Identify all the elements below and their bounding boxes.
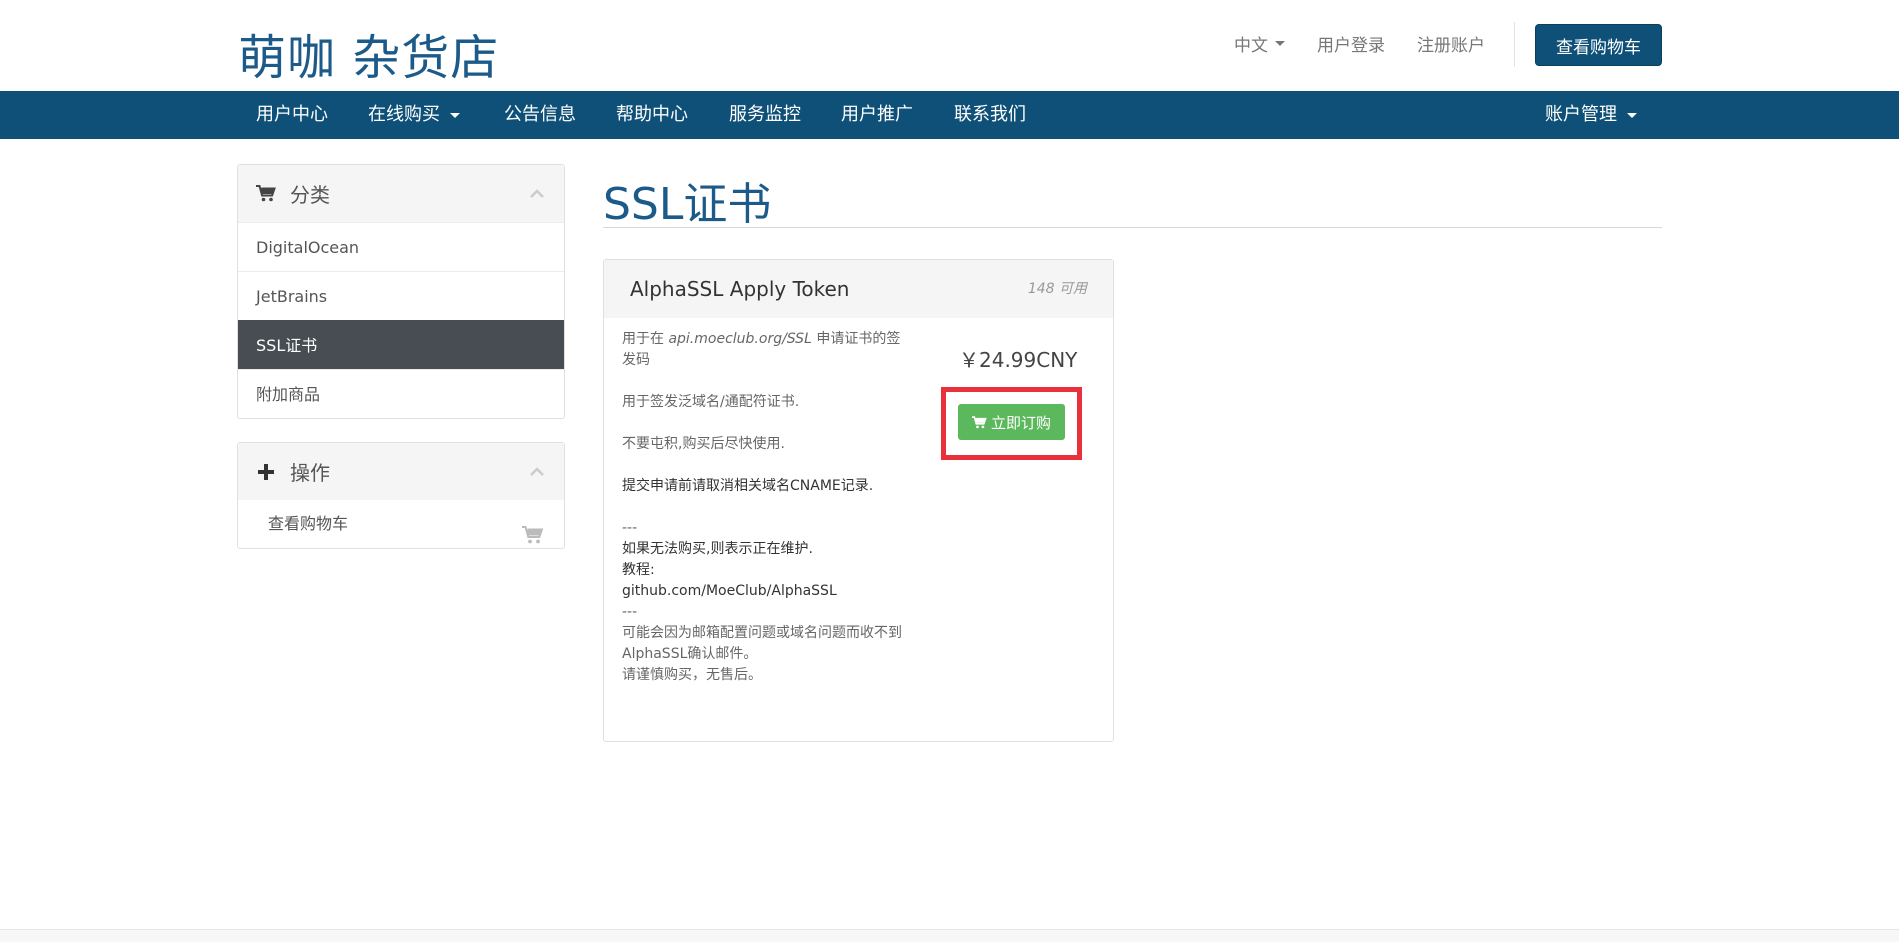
desc-line-7: github.com/MoeClub/AlphaSSL [622, 583, 837, 599]
nav-announcements[interactable]: 公告信息 [504, 91, 576, 139]
desc-line-6: 教程: [622, 562, 655, 578]
product-name: AlphaSSL Apply Token [630, 277, 850, 301]
page-title: SSL证书 [603, 179, 772, 230]
category-jetbrains[interactable]: JetBrains [238, 271, 564, 320]
desc-link: api.moeclub.org/SSL [668, 331, 812, 347]
action-view-cart[interactable]: 查看购物车 [238, 500, 564, 548]
header-links: 中文 用户登录 注册账户 [1234, 31, 1485, 56]
desc-line-9: 请谨慎购买，无售后。 [622, 667, 762, 683]
nav-service-monitor[interactable]: 服务监控 [729, 91, 801, 139]
categories-header[interactable]: 分类 [238, 165, 564, 222]
desc-line-3: 不要屯积,购买后尽快使用. [622, 436, 785, 452]
nav-account-label: 账户管理 [1545, 104, 1617, 125]
desc-line-5: 如果无法购买,则表示正在维护. [622, 541, 813, 557]
caret-down-icon [1275, 41, 1285, 46]
nav-online-purchase[interactable]: 在线购买 [368, 91, 460, 139]
order-now-label: 立即订购 [990, 413, 1051, 432]
title-divider [603, 227, 1662, 228]
desc-line-2: 用于签发泛域名/通配符证书. [622, 394, 800, 410]
nav-affiliate[interactable]: 用户推广 [841, 91, 913, 139]
categories-title: 分类 [290, 183, 330, 207]
shopping-cart-icon [971, 415, 987, 428]
main-navbar: 用户中心 在线购买 公告信息 帮助中心 服务监控 用户推广 联系我们 账户管理 [0, 91, 1899, 139]
action-view-cart-label: 查看购物车 [268, 514, 349, 533]
order-highlight-box: 立即订购 [941, 387, 1082, 460]
desc-line-1-prefix: 用于在 [622, 331, 669, 347]
header-divider [1514, 22, 1515, 67]
view-cart-button[interactable]: 查看购物车 [1535, 24, 1662, 66]
register-link[interactable]: 注册账户 [1417, 31, 1485, 56]
category-digitalocean[interactable]: DigitalOcean [238, 222, 564, 271]
language-dropdown[interactable]: 中文 [1234, 31, 1285, 56]
product-price: ￥24.99CNY [959, 348, 1078, 372]
desc-line-1: 用于在 api.moeclub.org/SSL 申请证书的签发码 [622, 329, 902, 371]
categories-panel: 分类 DigitalOcean JetBrains SSL证书 附加商品 [237, 164, 565, 419]
product-card: AlphaSSL Apply Token 148 可用 用于在 api.moec… [603, 259, 1114, 742]
chevron-up-icon[interactable] [530, 187, 544, 201]
product-header: AlphaSSL Apply Token 148 可用 [604, 260, 1113, 318]
actions-header[interactable]: 操作 [238, 443, 564, 500]
footer [0, 930, 1899, 942]
order-now-button[interactable]: 立即订购 [958, 404, 1065, 440]
caret-down-icon [450, 112, 460, 118]
product-description: 用于在 api.moeclub.org/SSL 申请证书的签发码 用于签发泛域名… [622, 329, 902, 686]
chevron-up-icon[interactable] [530, 465, 544, 479]
desc-line-4: 提交申请前请取消相关域名CNAME记录. [622, 478, 874, 494]
nav-user-center[interactable]: 用户中心 [256, 91, 328, 139]
caret-down-icon [1627, 112, 1637, 118]
product-stock: 148 可用 [1027, 281, 1087, 297]
shopping-cart-icon [522, 515, 544, 563]
login-link[interactable]: 用户登录 [1317, 31, 1385, 56]
actions-title: 操作 [290, 461, 330, 485]
category-addons[interactable]: 附加商品 [238, 369, 564, 418]
language-label: 中文 [1234, 36, 1268, 56]
desc-line-8: 可能会因为邮箱配置问题或域名问题而收不到AlphaSSL确认邮件。 [622, 625, 902, 662]
nav-online-purchase-label: 在线购买 [368, 104, 440, 125]
top-header: 萌咖 杂货店 中文 用户登录 注册账户 查看购物车 [0, 0, 1899, 91]
shopping-cart-icon [256, 185, 276, 202]
nav-contact-us[interactable]: 联系我们 [954, 91, 1026, 139]
plus-icon [256, 463, 276, 480]
nav-help-center[interactable]: 帮助中心 [616, 91, 688, 139]
desc-separator-1: --- [622, 520, 638, 536]
site-logo[interactable]: 萌咖 杂货店 [238, 18, 499, 88]
actions-panel: 操作 查看购物车 [237, 442, 565, 549]
category-ssl-certificates[interactable]: SSL证书 [238, 320, 564, 369]
desc-separator-2: --- [622, 604, 638, 620]
nav-account-management[interactable]: 账户管理 [1545, 91, 1637, 139]
